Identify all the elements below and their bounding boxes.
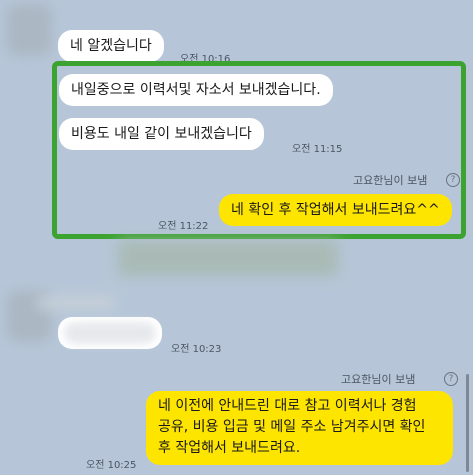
- message-bubble-received[interactable]: 비용도 내일 같이 보내겠습니다: [59, 118, 264, 150]
- blurred-name: [36, 296, 116, 310]
- message-line: 공유, 비용 입금 및 메일 주소 남겨주시면 확인: [158, 419, 426, 435]
- message-line: 후 작업해서 보내드려요.: [158, 440, 301, 456]
- message-time: 오전 10:23: [171, 344, 222, 355]
- message-time: 오전 10:25: [86, 460, 137, 471]
- message-time: 오전 11:22: [158, 221, 209, 232]
- sender-label: 고요한님이 보냄: [353, 174, 428, 187]
- avatar[interactable]: [6, 4, 52, 56]
- message-bubble-received[interactable]: 내일중으로 이력서및 자소서 보내겠습니다.: [59, 74, 333, 106]
- message-time: 오전 11:15: [292, 144, 343, 155]
- help-icon[interactable]: ?: [446, 173, 460, 187]
- help-icon[interactable]: ?: [444, 372, 458, 386]
- message-line: 네 이전에 안내드린 대로 참고 이력서나 경험: [158, 398, 417, 414]
- blurred-region: [118, 240, 338, 276]
- message-bubble-sent[interactable]: 네 이전에 안내드린 대로 참고 이력서나 경험 공유, 비용 입금 및 메일 …: [146, 391, 453, 465]
- scrollbar[interactable]: [466, 374, 469, 472]
- message-bubble-sent[interactable]: 네 확인 후 작업해서 보내드려요^^: [219, 194, 452, 226]
- sender-label: 고요한님이 보냄: [341, 373, 416, 386]
- message-bubble-received[interactable]: 네 알겠습니다: [58, 30, 164, 62]
- blurred-content: [64, 322, 156, 344]
